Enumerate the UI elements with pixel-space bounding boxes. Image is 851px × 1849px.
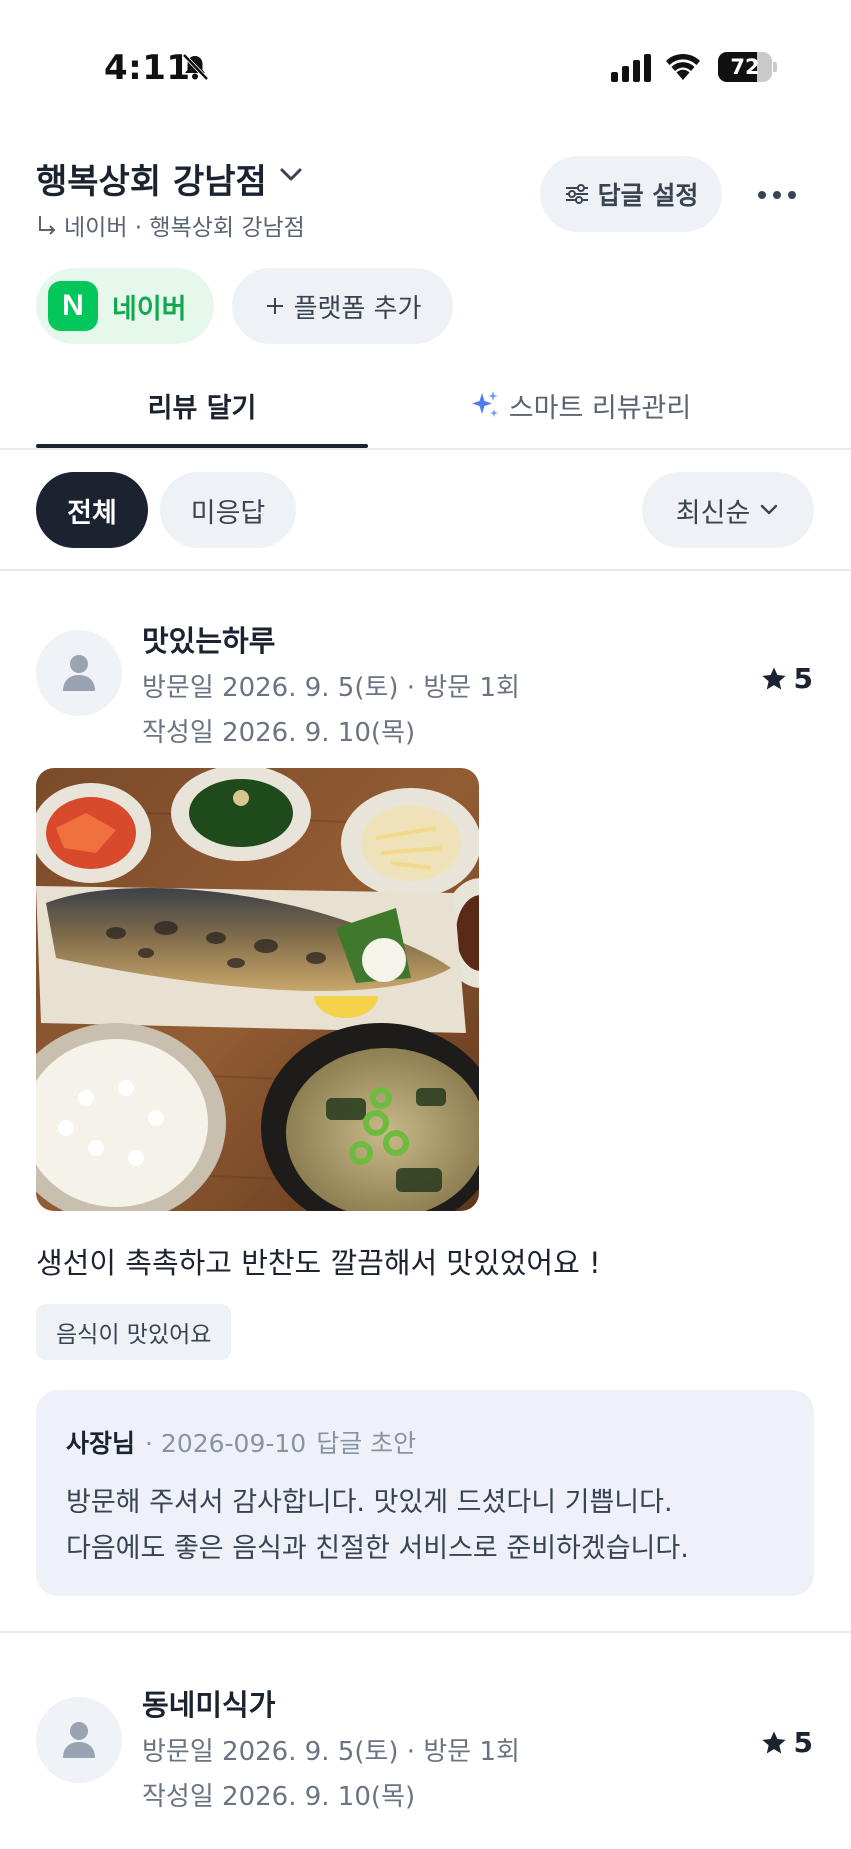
sort-label: 최신순: [675, 497, 751, 529]
more-options-button[interactable]: [752, 170, 802, 220]
more-dots-icon: [758, 191, 796, 199]
rating: 5: [760, 1726, 813, 1759]
filter-unanswered-button[interactable]: 미응답: [160, 472, 296, 548]
visit-info: 방문일 2026. 9. 5(토) · 방문 1회: [142, 673, 520, 703]
rating: 5: [760, 662, 813, 695]
sort-dropdown[interactable]: 최신순: [642, 472, 814, 548]
review-photo[interactable]: [36, 768, 479, 1211]
store-subtitle-text: 네이버 · 행복상회 강남점: [64, 215, 305, 241]
rating-value: 5: [793, 662, 813, 695]
return-arrow-icon: [39, 216, 56, 235]
avatar: [36, 1697, 122, 1783]
reply-status: 답글 초안: [316, 1429, 417, 1458]
sparkle-icon: [471, 391, 498, 417]
filter-unanswered-label: 미응답: [190, 497, 266, 529]
tab-smart-review-label: 스마트 리뷰관리: [508, 392, 692, 424]
keyword-tag: 음식이 맛있어요: [36, 1304, 232, 1360]
bell-slash-icon: [182, 53, 209, 81]
tab-smart-review[interactable]: 스마트 리뷰관리: [440, 360, 720, 450]
reply-text-line: 다음에도 좋은 음식과 친절한 서비스로 준비하겠습니다.: [66, 1533, 689, 1564]
reply-draft-box[interactable]: 사장님 · 2026-09-10 답글 초안 방문해 주셔서 감사합니다. 맛있…: [36, 1390, 814, 1596]
reply-settings-label: 답글 설정: [597, 181, 699, 210]
reply-author: 사장님: [66, 1429, 136, 1458]
reviewer-name: 동네미식가: [142, 1688, 276, 1722]
active-tab-indicator: [36, 444, 368, 448]
written-date: 작성일 2026. 9. 10(목): [142, 718, 416, 748]
chevron-down-icon: [761, 504, 778, 515]
add-platform-label: 플랫폼 추가: [293, 293, 422, 324]
battery-icon: 72: [718, 52, 777, 82]
person-icon: [63, 1722, 95, 1758]
naver-logo: N: [48, 281, 98, 331]
cellular-signal-icon: [611, 54, 651, 82]
battery-level: 72: [730, 55, 760, 79]
reply-date: · 2026-09-10: [145, 1429, 307, 1458]
store-subtitle: 네이버 · 행복상회 강남점: [36, 208, 305, 242]
visit-info: 방문일 2026. 9. 5(토) · 방문 1회: [142, 1737, 520, 1767]
section-divider: [0, 569, 851, 571]
review-text: 생선이 촉촉하고 반찬도 깔끔해서 맛있었어요 !: [36, 1246, 601, 1280]
food-photo-image: [36, 768, 479, 1211]
star-icon: [761, 1730, 786, 1753]
reply-settings-button[interactable]: 답글 설정: [540, 156, 722, 232]
person-icon: [63, 655, 95, 691]
filter-all-label: 전체: [67, 497, 117, 529]
status-bar: 4:11 72: [0, 0, 851, 130]
add-platform-button[interactable]: 플랫폼 추가: [232, 268, 453, 344]
status-time: 4:11: [104, 48, 191, 88]
reply-text-line: 방문해 주셔서 감사합니다. 맛있게 드셨다니 기쁩니다.: [66, 1487, 673, 1518]
tab-write-reviews[interactable]: 리뷰 달기: [36, 360, 368, 450]
platform-chip-naver[interactable]: N 네이버: [36, 268, 214, 344]
plus-icon: [266, 298, 283, 314]
review-divider: [0, 1631, 851, 1633]
wifi-icon: [666, 53, 700, 80]
star-icon: [761, 666, 786, 689]
reviewer-name: 맛있는하루: [142, 624, 276, 658]
tab-bar: 리뷰 달기 스마트 리뷰관리: [0, 360, 851, 450]
store-name[interactable]: 행복상회 강남점: [36, 154, 267, 203]
tab-write-reviews-label: 리뷰 달기: [147, 392, 257, 424]
written-date: 작성일 2026. 9. 10(목): [142, 1782, 416, 1812]
filter-all-button[interactable]: 전체: [36, 472, 148, 548]
sliders-icon: [565, 184, 588, 204]
platform-chip-naver-label: 네이버: [112, 293, 187, 325]
chevron-down-icon[interactable]: [276, 162, 306, 186]
reply-header: 사장님 · 2026-09-10 답글 초안: [66, 1424, 416, 1460]
avatar: [36, 630, 122, 716]
rating-value: 5: [793, 1726, 813, 1759]
